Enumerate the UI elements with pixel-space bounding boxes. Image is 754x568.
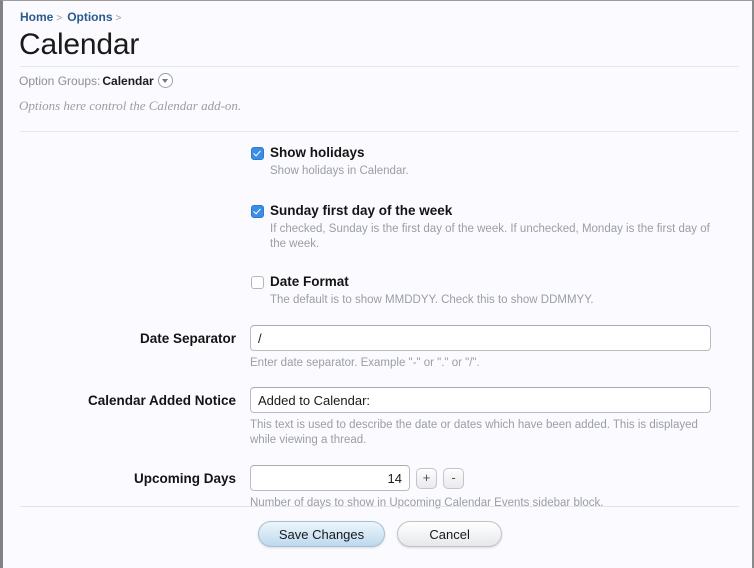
upcoming-days-stepper: + -: [250, 465, 711, 491]
page-title: Calendar: [19, 28, 140, 61]
field-hint-date-separator: Enter date separator. Example "-" or "."…: [250, 357, 480, 369]
page-description: Options here control the Calendar add-on…: [19, 98, 242, 113]
header-divider: [20, 66, 739, 67]
breadcrumb-separator: >: [115, 13, 122, 24]
field-hint-calendar-added-notice: This text is used to describe the date o…: [250, 419, 698, 446]
upcoming-days-increment-button[interactable]: +: [416, 467, 437, 489]
checkbox-show-holidays[interactable]: [251, 147, 264, 160]
option-groups-label: Option Groups:: [19, 74, 101, 88]
date-separator-input[interactable]: [250, 325, 711, 351]
checkbox-date-format[interactable]: [251, 276, 264, 289]
field-hint-upcoming-days: Number of days to show in Upcoming Calen…: [250, 497, 604, 509]
upcoming-days-input[interactable]: [250, 465, 410, 491]
options-form: Show holidays Show holidays in Calendar.…: [3, 145, 752, 511]
option-groups-value: Calendar: [102, 74, 154, 88]
field-label-calendar-added-notice: Calendar Added Notice: [87, 393, 236, 408]
breadcrumb: Home > Options >: [20, 10, 126, 26]
checkbox-hint-show-holidays: Show holidays in Calendar.: [270, 165, 409, 177]
checkbox-label-show-holidays[interactable]: Show holidays: [270, 145, 365, 161]
checkbox-hint-date-format: The default is to show MMDDYY. Check thi…: [270, 294, 594, 306]
upcoming-days-decrement-button[interactable]: -: [443, 467, 464, 489]
chevron-down-circle-icon[interactable]: [157, 73, 173, 88]
form-divider: [20, 131, 739, 132]
form-actions: Save Changes Cancel: [3, 521, 752, 547]
checkbox-hint-sunday-first: If checked, Sunday is the first day of t…: [270, 223, 710, 250]
checkbox-row-show-holidays: Show holidays Show holidays in Calendar.: [3, 145, 752, 179]
field-label-upcoming-days: Upcoming Days: [133, 471, 236, 486]
option-groups-row: Option Groups: Calendar: [19, 73, 173, 89]
checkbox-row-sunday-first: Sunday first day of the week If checked,…: [3, 203, 752, 252]
save-changes-button[interactable]: Save Changes: [257, 521, 386, 547]
options-page: Home > Options > Calendar Option Groups: Cal…: [0, 0, 754, 568]
field-label-date-separator: Date Separator: [139, 331, 236, 346]
cancel-button[interactable]: Cancel: [397, 521, 503, 547]
checkbox-row-date-format: Date Format The default is to show MMDDY…: [3, 274, 752, 308]
checkbox-label-sunday-first[interactable]: Sunday first day of the week: [270, 203, 452, 219]
breadcrumb-item-home[interactable]: Home: [20, 10, 53, 24]
field-row-calendar-added-notice: Calendar Added Notice This text is used …: [3, 387, 752, 448]
breadcrumb-separator: >: [56, 13, 63, 24]
breadcrumb-item-options[interactable]: Options: [67, 10, 112, 24]
checkbox-sunday-first[interactable]: [251, 205, 264, 218]
checkbox-label-date-format[interactable]: Date Format: [270, 274, 349, 290]
footer-divider: [20, 506, 739, 507]
calendar-added-notice-input[interactable]: [250, 387, 711, 413]
field-row-date-separator: Date Separator Enter date separator. Exa…: [3, 325, 752, 371]
field-row-upcoming-days: Upcoming Days + - Number of days to show…: [3, 465, 752, 511]
